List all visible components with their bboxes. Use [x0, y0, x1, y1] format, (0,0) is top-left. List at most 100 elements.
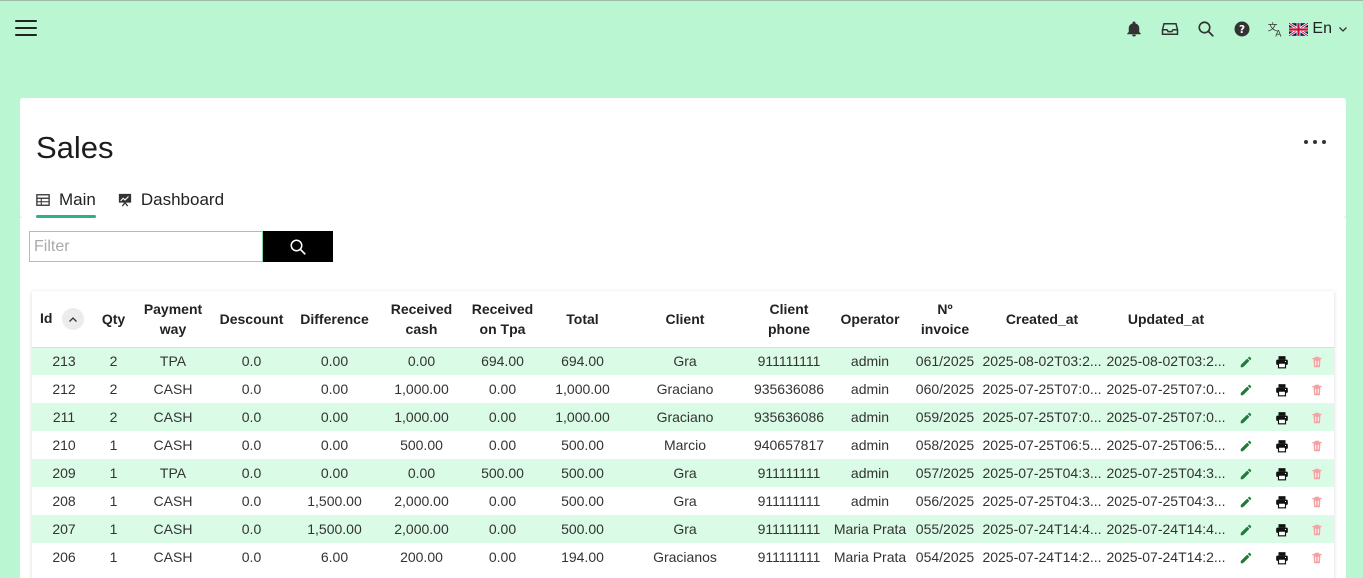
print-icon[interactable]: [1264, 487, 1300, 515]
search-icon[interactable]: [1195, 18, 1217, 40]
column-header-received-cash[interactable]: Received cash: [381, 291, 462, 348]
edit-icon[interactable]: [1228, 431, 1264, 459]
column-invoice-label-2: invoice: [920, 320, 970, 337]
cell-phone: 935636086: [753, 409, 825, 425]
print-icon[interactable]: [1264, 543, 1300, 571]
column-header-received-tpa[interactable]: Received on Tpa: [462, 291, 543, 348]
column-header-client[interactable]: Client: [622, 291, 748, 348]
table-row[interactable]: 206 1 CASH 0.0 6.00 200.00 0.00 194.00 Gracianos…: [32, 543, 1334, 571]
cell-updated: 2025-08-02T03:2...: [1106, 353, 1226, 370]
cell-operator: admin: [850, 437, 890, 453]
cell-phone: 911111111: [757, 521, 821, 537]
table-row[interactable]: 213 2 TPA 0.0 0.00 0.00 694.00 694.00 Gra 9111111…: [32, 347, 1334, 375]
column-header-qty[interactable]: Qty: [96, 291, 131, 348]
cell-client: Graciano: [656, 381, 714, 397]
column-header-operator[interactable]: Operator: [830, 291, 910, 348]
cell-operator: admin: [850, 381, 890, 397]
cell-created: 2025-08-02T03:2...: [982, 353, 1102, 370]
column-header-payment-way[interactable]: Payment way: [131, 291, 215, 348]
delete-icon[interactable]: [1300, 403, 1334, 431]
cell-invoice: 059/2025: [915, 409, 975, 425]
cell-total: 500.00: [561, 493, 604, 509]
cell-cash: 200.00: [400, 549, 443, 565]
delete-icon[interactable]: [1300, 459, 1334, 487]
edit-icon[interactable]: [1228, 347, 1264, 375]
delete-icon[interactable]: [1300, 347, 1334, 375]
delete-icon[interactable]: [1300, 487, 1334, 515]
cell-tpa: 0.00: [488, 437, 517, 453]
column-header-id[interactable]: Id: [32, 291, 96, 348]
language-selector[interactable]: 文A En: [1267, 20, 1349, 38]
bell-icon[interactable]: [1123, 18, 1145, 40]
delete-icon[interactable]: [1300, 515, 1334, 543]
column-header-descount[interactable]: Descount: [215, 291, 288, 348]
filter-input[interactable]: [29, 231, 263, 262]
edit-icon[interactable]: [1228, 515, 1264, 543]
sort-ascending-icon[interactable]: [62, 307, 85, 330]
cell-total: 194.00: [561, 549, 604, 565]
cell-id: 211: [52, 409, 76, 425]
print-icon[interactable]: [1264, 515, 1300, 543]
column-header-created-at[interactable]: Created_at: [980, 291, 1104, 348]
cell-total: 500.00: [561, 465, 604, 481]
edit-icon[interactable]: [1228, 459, 1264, 487]
column-header-edit: [1228, 291, 1264, 348]
search-button[interactable]: [263, 231, 333, 262]
print-icon[interactable]: [1264, 403, 1300, 431]
table-row[interactable]: 212 2 CASH 0.0 0.00 1,000.00 0.00 1,000.00 Graci…: [32, 375, 1334, 403]
hamburger-menu-icon[interactable]: [15, 20, 37, 38]
cell-operator: admin: [850, 465, 890, 481]
column-received-cash-label-1: Received: [390, 300, 453, 317]
column-header-client-phone[interactable]: Client phone: [748, 291, 830, 348]
chevron-down-icon: [1339, 27, 1347, 32]
cell-phone: 940657817: [753, 437, 825, 453]
cell-qty: 2: [109, 381, 118, 397]
edit-icon[interactable]: [1228, 403, 1264, 431]
cell-created: 2025-07-24T14:4...: [982, 521, 1102, 537]
cell-updated: 2025-07-25T04:3...: [1106, 493, 1226, 509]
more-options-icon[interactable]: [1304, 140, 1326, 146]
column-header-total[interactable]: Total: [543, 291, 622, 348]
cell-descount: 0.0: [241, 381, 262, 397]
delete-icon[interactable]: [1300, 543, 1334, 571]
print-icon[interactable]: [1264, 459, 1300, 487]
inbox-icon[interactable]: [1159, 18, 1181, 40]
cell-id: 208: [52, 493, 76, 509]
cell-cash: 1,000.00: [394, 381, 449, 397]
print-icon[interactable]: [1264, 375, 1300, 403]
cell-invoice: 058/2025: [915, 437, 975, 453]
edit-icon[interactable]: [1228, 487, 1264, 515]
cell-payment: CASH: [153, 493, 193, 509]
tab-main-label: Main: [59, 190, 96, 209]
column-received-cash-label-2: cash: [405, 320, 438, 337]
column-header-updated-at[interactable]: Updated_at: [1104, 291, 1228, 348]
cell-tpa: 0.00: [488, 493, 517, 509]
delete-icon[interactable]: [1300, 375, 1334, 403]
edit-icon[interactable]: [1228, 375, 1264, 403]
table-row[interactable]: 209 1 TPA 0.0 0.00 0.00 500.00 500.00 Gra 9111111…: [32, 459, 1334, 487]
column-received-tpa-label-1: Received: [471, 300, 534, 317]
print-icon[interactable]: [1264, 431, 1300, 459]
tab-main[interactable]: Main: [36, 186, 96, 218]
tab-dashboard[interactable]: Dashboard: [118, 186, 224, 214]
table-row[interactable]: 210 1 CASH 0.0 0.00 500.00 0.00 500.00 Marcio 940…: [32, 431, 1334, 459]
table-row[interactable]: 211 2 CASH 0.0 0.00 1,000.00 0.00 1,000.00 Graci…: [32, 403, 1334, 431]
column-header-difference[interactable]: Difference: [288, 291, 381, 348]
column-header-invoice[interactable]: Nº invoice: [910, 291, 980, 348]
print-icon[interactable]: [1264, 347, 1300, 375]
cell-phone: 911111111: [757, 465, 821, 481]
cell-difference: 6.00: [320, 549, 349, 565]
cell-qty: 2: [109, 409, 118, 425]
table-row[interactable]: 207 1 CASH 0.0 1,500.00 2,000.00 0.00 500.00 Gra…: [32, 515, 1334, 543]
help-icon[interactable]: ?: [1231, 18, 1253, 40]
cell-descount: 0.0: [241, 549, 262, 565]
table-row[interactable]: 208 1 CASH 0.0 1,500.00 2,000.00 0.00 500.00 Gra…: [32, 487, 1334, 515]
edit-icon[interactable]: [1228, 543, 1264, 571]
column-id-label: Id: [40, 309, 53, 326]
cell-created: 2025-07-25T06:5...: [982, 437, 1102, 453]
cell-total: 500.00: [561, 437, 604, 453]
cell-client: Gra: [673, 521, 697, 537]
cell-created: 2025-07-25T07:0...: [982, 381, 1102, 397]
top-bar: ? 文A En: [0, 1, 1363, 57]
delete-icon[interactable]: [1300, 431, 1334, 459]
